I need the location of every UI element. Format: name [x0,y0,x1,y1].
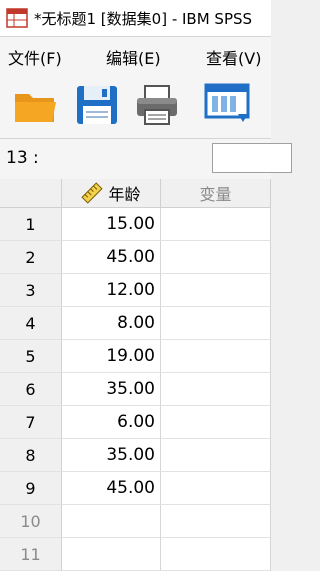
toolbar [0,72,271,139]
data-cell[interactable]: 19.00 [62,340,161,373]
ruler-icon [81,182,104,204]
corner-header [0,179,62,208]
row-header[interactable]: 5 [0,340,62,373]
menu-view[interactable]: 查看(V) [206,45,261,69]
title-bar: *无标题1 [数据集0] - IBM SPSS [0,0,271,37]
data-cell[interactable]: 35.00 [62,439,161,472]
empty-cell[interactable] [161,340,271,373]
print-icon[interactable] [134,82,180,128]
column-header-age[interactable]: 年龄 [62,179,161,208]
data-cell[interactable] [62,505,161,538]
row-header[interactable]: 11 [0,538,62,571]
open-folder-icon[interactable] [12,82,58,128]
data-editor-icon[interactable] [204,82,250,128]
empty-cell[interactable] [161,307,271,340]
row-header[interactable]: 10 [0,505,62,538]
empty-cell[interactable] [161,439,271,472]
column-label-age: 年龄 [108,185,141,204]
window-title: *无标题1 [数据集0] - IBM SPSS [34,10,253,28]
row-header[interactable]: 3 [0,274,62,307]
empty-cell[interactable] [161,406,271,439]
empty-cell[interactable] [161,241,271,274]
data-cell[interactable] [62,538,161,571]
spss-app-icon [6,8,28,28]
empty-cell[interactable] [161,505,271,538]
column-header-variable[interactable]: 变量 [161,179,271,208]
menu-edit[interactable]: 编辑(E) [106,45,161,69]
empty-cell[interactable] [161,472,271,505]
data-cell[interactable]: 12.00 [62,274,161,307]
cell-value-input[interactable] [212,143,292,173]
empty-cell[interactable] [161,538,271,571]
row-header[interactable]: 8 [0,439,62,472]
menu-bar: 文件(F) 编辑(E) 查看(V) [0,37,271,72]
row-header[interactable]: 7 [0,406,62,439]
data-cell[interactable]: 45.00 [62,472,161,505]
data-cell[interactable]: 6.00 [62,406,161,439]
cell-reference-bar: 13 : [0,139,292,180]
data-cell[interactable]: 45.00 [62,241,161,274]
data-grid: 年龄 变量 1 15.00 2 45.00 3 12.00 4 8.00 5 1… [0,179,271,571]
row-header[interactable]: 2 [0,241,62,274]
empty-cell[interactable] [161,208,271,241]
menu-file[interactable]: 文件(F) [8,45,62,69]
data-cell[interactable]: 35.00 [62,373,161,406]
empty-cell[interactable] [161,373,271,406]
row-header[interactable]: 6 [0,373,62,406]
data-cell[interactable]: 8.00 [62,307,161,340]
row-header[interactable]: 9 [0,472,62,505]
save-icon[interactable] [74,82,120,128]
row-header[interactable]: 1 [0,208,62,241]
data-cell[interactable]: 15.00 [62,208,161,241]
cell-reference: 13 : [6,148,39,168]
row-header[interactable]: 4 [0,307,62,340]
empty-cell[interactable] [161,274,271,307]
